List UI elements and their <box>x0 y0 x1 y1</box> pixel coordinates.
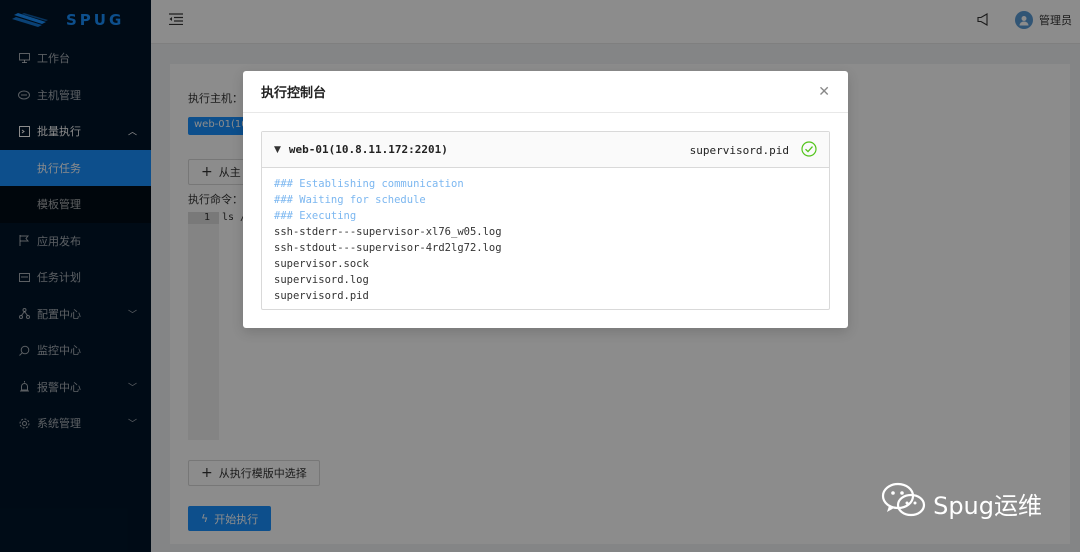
output-line: supervisord.log <box>274 274 369 286</box>
modal-body: ▼ web-01(10.8.11.172:2201) supervisord.p… <box>243 113 848 310</box>
output-line: ssh-stderr---supervisor-xl76_w05.log <box>274 226 502 238</box>
modal-header: 执行控制台 ✕ <box>243 71 848 113</box>
host-name: web-01(10.8.11.172:2201) <box>288 143 448 156</box>
watermark-text: Spug运维 <box>933 491 1042 520</box>
output-line: supervisor.sock <box>274 258 369 270</box>
caret-down-icon: ▼ <box>274 144 281 155</box>
output-line: supervisord.pid <box>274 290 369 302</box>
host-output-panel: ▼ web-01(10.8.11.172:2201) supervisord.p… <box>261 131 830 310</box>
latest-output: supervisord.pid <box>689 144 789 157</box>
output-line: ### Waiting for schedule <box>274 194 426 206</box>
modal-title: 执行控制台 <box>261 86 327 101</box>
output-line: ### Establishing communication <box>274 178 464 190</box>
close-icon[interactable]: ✕ <box>818 84 830 100</box>
exec-console-modal: 执行控制台 ✕ ▼ web-01(10.8.11.172:2201) super… <box>243 71 848 328</box>
output-line: ssh-stdout---supervisor-4rd2lg72.log <box>274 242 502 254</box>
watermark: Spug运维 <box>881 481 1042 525</box>
wechat-icon <box>881 481 927 525</box>
check-circle-icon <box>801 141 817 160</box>
panel-status: supervisord.pid <box>690 141 817 160</box>
panel-header[interactable]: ▼ web-01(10.8.11.172:2201) supervisord.p… <box>262 132 829 168</box>
output-line: ### Executing <box>274 210 357 222</box>
console-output: ### Establishing communication ### Waiti… <box>262 168 829 312</box>
